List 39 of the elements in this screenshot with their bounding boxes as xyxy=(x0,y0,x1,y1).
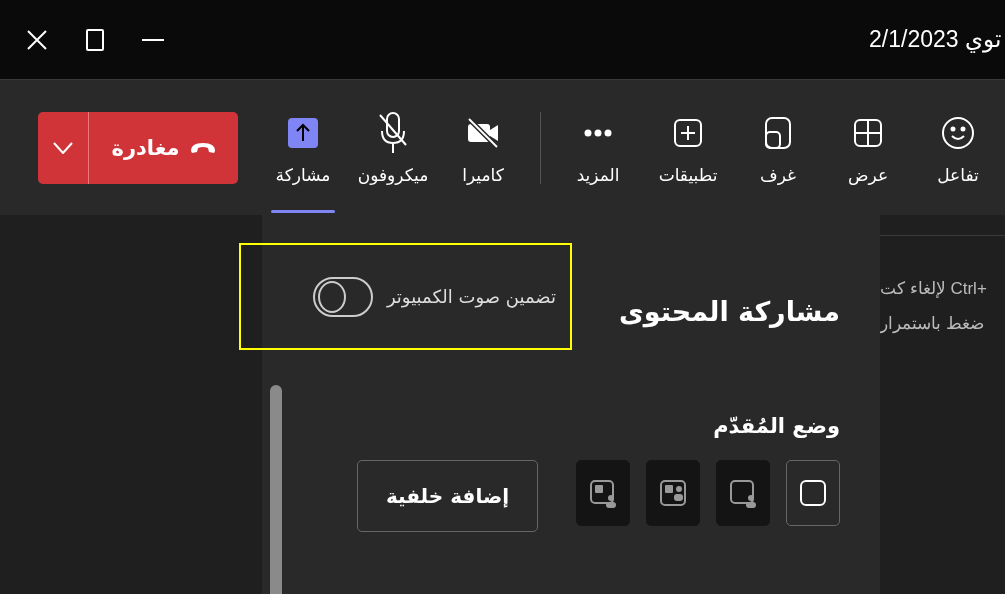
toolbar-button[interactable]: مشاركة xyxy=(258,80,348,215)
presenter-mode-button[interactable] xyxy=(576,460,630,526)
minimize-icon[interactable] xyxy=(142,38,164,41)
smiley-icon xyxy=(941,115,975,150)
plus-square-icon xyxy=(673,117,703,148)
toggle-label: تضمين صوت الكمبيوتر xyxy=(386,286,556,307)
reporter-icon xyxy=(588,478,618,508)
window-title: توي 2/1/2023 xyxy=(869,26,1001,53)
screen-person-icon xyxy=(728,478,758,508)
section-heading: وضع المُقدّم xyxy=(712,414,840,438)
maximize-icon[interactable] xyxy=(86,28,104,51)
toolbar-button[interactable]: غرف xyxy=(733,80,823,215)
toolbar-button[interactable]: كاميرا xyxy=(438,80,528,215)
presenter-mode-button[interactable] xyxy=(786,460,840,526)
monitor-icon xyxy=(798,478,828,508)
mic-off-icon xyxy=(378,110,408,155)
shortcut-text: ضغط باستمرار xyxy=(880,313,984,334)
phone-icon xyxy=(189,141,216,154)
toolbar-button[interactable]: ميكروفون xyxy=(348,80,438,215)
toolbar-button[interactable]: تفاعل xyxy=(913,80,1003,215)
camera-off-icon xyxy=(466,115,500,150)
grid-icon xyxy=(853,117,883,148)
shortcut-text: لإلغاء كت Ctrl+ xyxy=(880,278,987,299)
leave-button[interactable]: مغادرة xyxy=(38,111,238,184)
toggle-switch[interactable] xyxy=(312,276,373,317)
share-icon xyxy=(286,115,320,150)
chevron-down-icon[interactable] xyxy=(53,141,73,154)
presenter-mode-button[interactable] xyxy=(646,460,700,526)
rooms-icon xyxy=(764,115,792,150)
scrollbar[interactable] xyxy=(270,385,282,594)
close-icon[interactable] xyxy=(26,28,48,51)
toolbar-button[interactable]: تطبيقات xyxy=(643,80,733,215)
side-by-side-icon xyxy=(658,478,688,508)
toolbar-button[interactable]: عرض xyxy=(823,80,913,215)
more-icon xyxy=(584,128,612,137)
add-background-button[interactable]: إضافة خلفية xyxy=(357,460,538,532)
presenter-mode-button[interactable] xyxy=(716,460,770,526)
panel-title: مشاركة المحتوى xyxy=(619,295,840,327)
toolbar-button[interactable]: المزيد xyxy=(553,80,643,215)
